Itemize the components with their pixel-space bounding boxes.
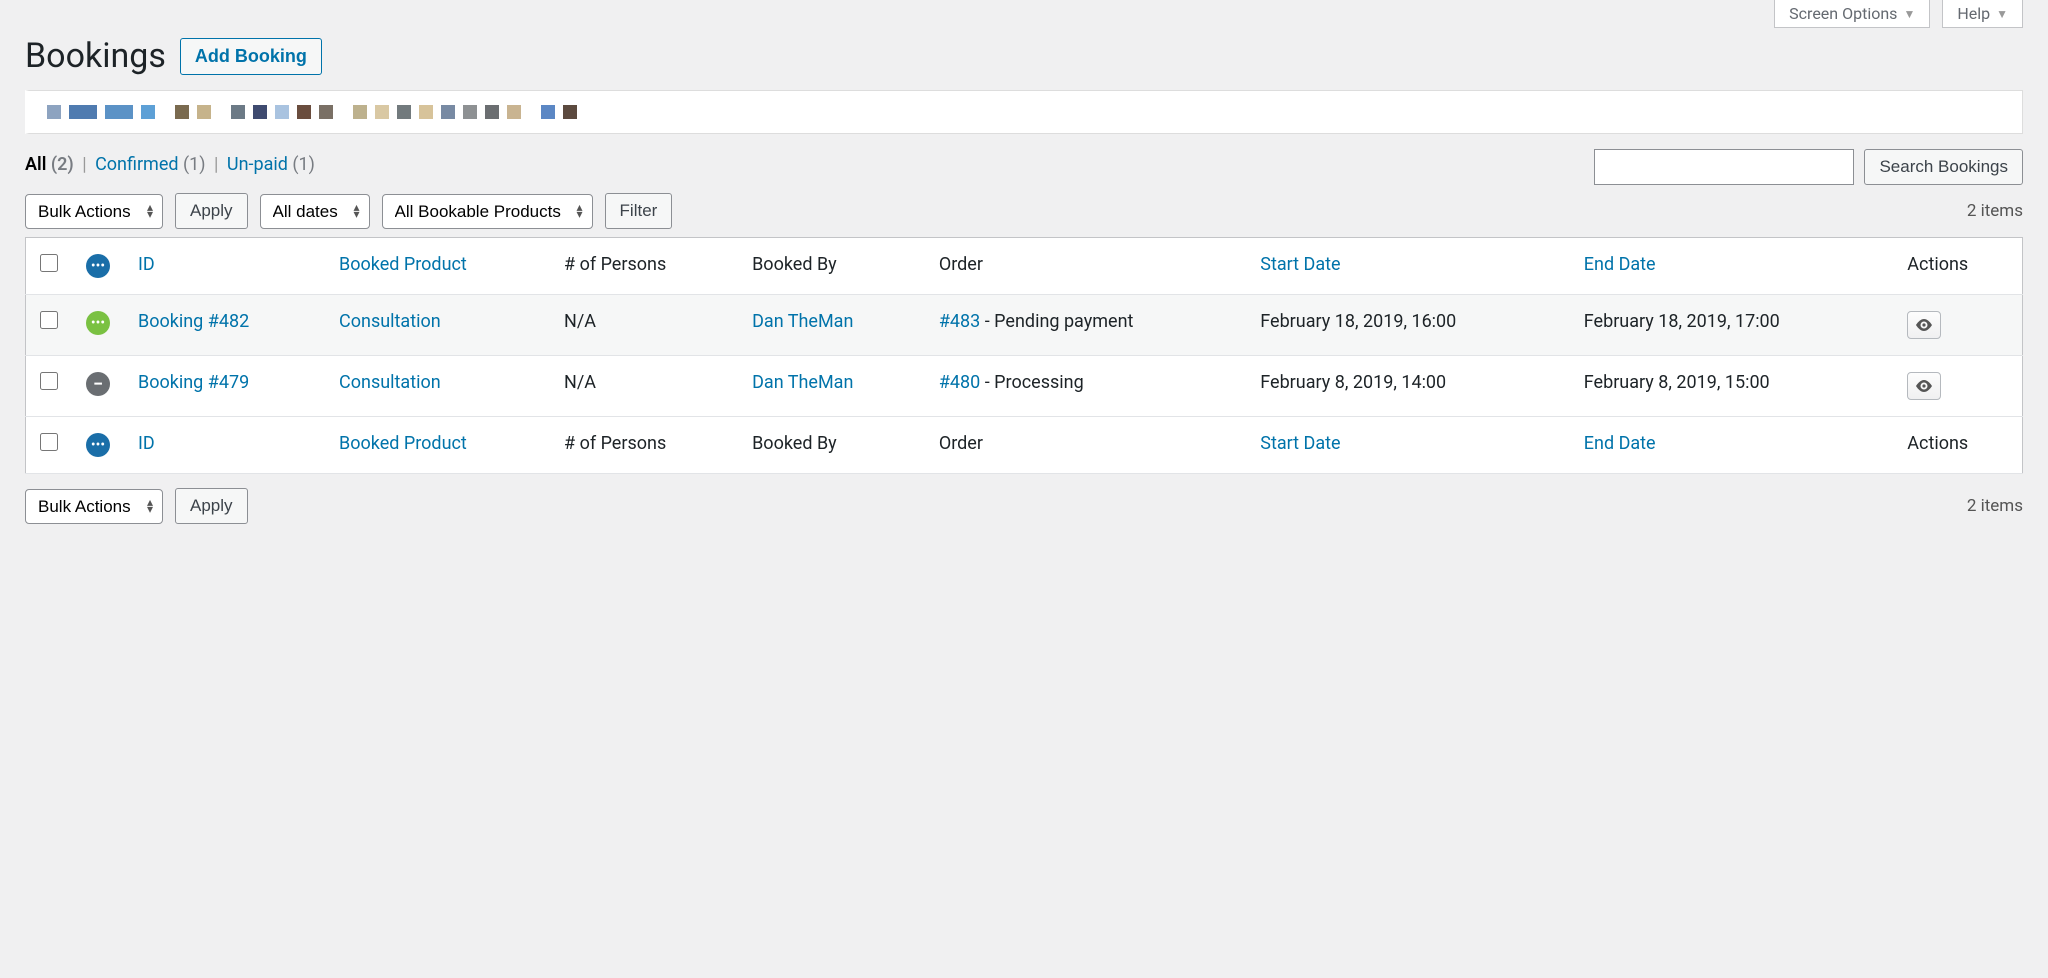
order-status-text: - Pending payment [980,311,1133,332]
start-date-cell: February 8, 2019, 14:00 [1246,356,1570,417]
filter-all[interactable]: All (2) [25,154,74,175]
screen-options-tab[interactable]: Screen Options ▼ [1774,0,1930,28]
table-row: ••• Booking #482 Consultation N/A Dan TheMan… [26,295,2023,356]
col-persons: # of Persons [550,238,738,295]
bookings-table: ••• ID Booked Product # of Persons Booke… [25,237,2023,474]
product-link[interactable]: Consultation [339,372,441,393]
search-input[interactable] [1594,149,1854,185]
persons-cell: N/A [550,295,738,356]
col-product-foot[interactable]: Booked Product [339,433,467,454]
col-order: Order [925,238,1246,295]
filter-unpaid[interactable]: Un-paid [227,154,288,175]
order-link[interactable]: #480 [939,372,980,393]
admin-notice [25,90,2023,134]
col-end-date[interactable]: End Date [1584,254,1656,275]
col-booked-by-foot: Booked By [738,417,925,474]
filter-confirmed[interactable]: Confirmed [95,154,178,175]
page-title: Bookings [25,36,166,76]
select-all-checkbox[interactable] [40,254,58,272]
product-link[interactable]: Consultation [339,311,441,332]
row-checkbox[interactable] [40,372,58,390]
booking-id-link[interactable]: Booking #479 [138,372,249,393]
apply-bulk-button[interactable]: Apply [175,193,248,229]
add-booking-button[interactable]: Add Booking [180,38,322,75]
col-persons-foot: # of Persons [550,417,738,474]
order-link[interactable]: #483 [939,311,980,332]
col-end-date-foot[interactable]: End Date [1584,433,1656,454]
status-processing-icon: − [86,372,110,396]
row-checkbox[interactable] [40,311,58,329]
eye-icon [1915,319,1933,331]
col-actions: Actions [1893,238,2022,295]
chevron-down-icon: ▼ [1903,7,1915,21]
apply-bulk-button-bottom[interactable]: Apply [175,488,248,524]
booking-id-link[interactable]: Booking #482 [138,311,249,332]
items-count-bottom: 2 items [1967,496,2023,516]
screen-options-label: Screen Options [1789,4,1897,23]
filter-button[interactable]: Filter [605,193,673,229]
bulk-actions-select-bottom[interactable]: Bulk Actions [25,489,163,524]
col-start-date-foot[interactable]: Start Date [1260,433,1340,454]
chevron-down-icon: ▼ [1996,7,2008,21]
col-actions-foot: Actions [1893,417,2022,474]
search-bookings-button[interactable]: Search Bookings [1864,149,2023,185]
view-action-button[interactable] [1907,372,1941,400]
items-count: 2 items [1967,201,2023,221]
product-filter-select[interactable]: All Bookable Products [382,194,593,229]
end-date-cell: February 8, 2019, 15:00 [1570,356,1894,417]
status-header-icon: ••• [86,254,110,278]
order-status-text: - Processing [980,372,1083,393]
eye-icon [1915,380,1933,392]
booked-by-link[interactable]: Dan TheMan [752,311,853,332]
persons-cell: N/A [550,356,738,417]
booked-by-link[interactable]: Dan TheMan [752,372,853,393]
help-tab[interactable]: Help ▼ [1942,0,2023,28]
col-booked-by: Booked By [738,238,925,295]
col-id-foot[interactable]: ID [138,433,155,454]
col-id[interactable]: ID [138,254,155,275]
view-action-button[interactable] [1907,311,1941,339]
select-all-checkbox-foot[interactable] [40,433,58,451]
bulk-actions-select[interactable]: Bulk Actions [25,194,163,229]
col-order-foot: Order [925,417,1246,474]
col-product[interactable]: Booked Product [339,254,467,275]
status-footer-icon: ••• [86,433,110,457]
col-start-date[interactable]: Start Date [1260,254,1340,275]
end-date-cell: February 18, 2019, 17:00 [1570,295,1894,356]
table-row: − Booking #479 Consultation N/A Dan TheMan #4… [26,356,2023,417]
date-filter-select[interactable]: All dates [260,194,370,229]
start-date-cell: February 18, 2019, 16:00 [1246,295,1570,356]
status-pending-icon: ••• [86,311,110,335]
help-label: Help [1957,4,1990,23]
